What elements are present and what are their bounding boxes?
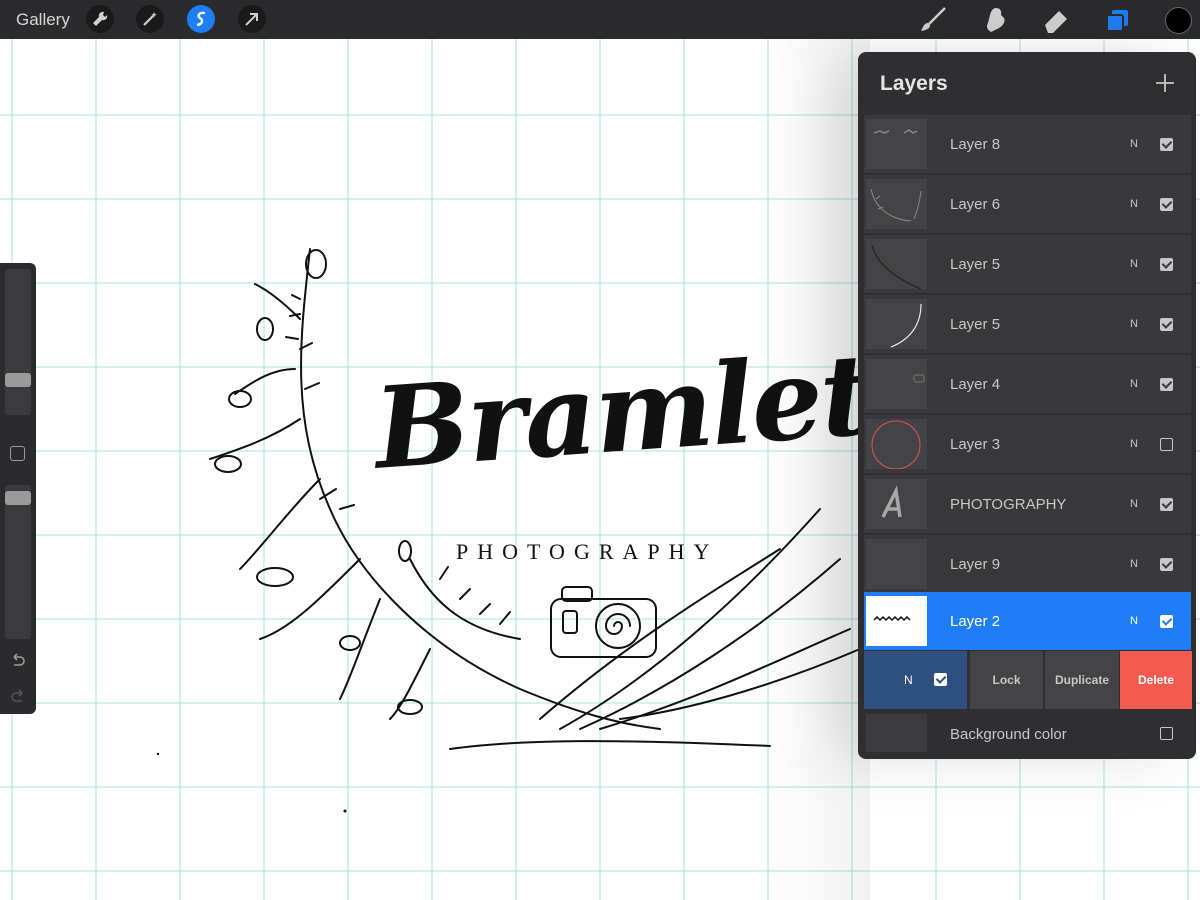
color-picker-button[interactable] — [1165, 7, 1192, 34]
visibility-checkbox[interactable] — [1160, 318, 1173, 331]
magic-wand-icon[interactable] — [136, 5, 164, 33]
layer-row[interactable]: Layer 3 N — [864, 415, 1191, 473]
layer-row[interactable]: Layer 4 N — [864, 355, 1191, 413]
redo-icon[interactable] — [9, 688, 27, 706]
smudge-icon[interactable] — [980, 5, 1010, 35]
blend-mode-button[interactable]: N — [1130, 138, 1138, 150]
layer-name: Layer 2 — [950, 613, 1001, 630]
duplicate-button[interactable]: Duplicate — [1045, 651, 1119, 709]
blend-mode-button[interactable]: N — [1130, 198, 1138, 210]
layer-name: Layer 8 — [950, 136, 1001, 153]
blend-mode-button[interactable]: N — [1130, 318, 1138, 330]
layer-row[interactable]: Layer 9 N — [864, 535, 1191, 593]
blend-mode-label: N — [904, 673, 913, 687]
wrench-icon[interactable] — [86, 5, 114, 33]
blend-mode-button[interactable]: N — [1130, 438, 1138, 450]
layer-thumbnail — [866, 539, 927, 589]
eraser-icon[interactable] — [1041, 5, 1071, 35]
blend-mode-button[interactable]: N — [1130, 258, 1138, 270]
layer-name: Layer 6 — [950, 196, 1001, 213]
visibility-checkbox[interactable] — [1160, 558, 1173, 571]
layer-row[interactable]: PHOTOGRAPHY N — [864, 475, 1191, 533]
background-color-swatch — [866, 714, 927, 752]
selection-icon[interactable] — [187, 5, 215, 33]
lock-button[interactable]: Lock — [970, 651, 1043, 709]
layer-name: Layer 5 — [950, 256, 1001, 273]
layer-name: PHOTOGRAPHY — [950, 496, 1067, 513]
brush-icon[interactable] — [918, 5, 948, 35]
visibility-checkbox[interactable] — [1160, 438, 1173, 451]
visibility-checkbox[interactable] — [934, 673, 947, 686]
modify-button[interactable] — [10, 446, 25, 461]
layer-thumbnail — [866, 239, 927, 289]
brush-size-thumb[interactable] — [5, 373, 31, 387]
background-visibility-checkbox[interactable] — [1160, 727, 1173, 740]
visibility-checkbox[interactable] — [1160, 258, 1173, 271]
opacity-thumb[interactable] — [5, 491, 31, 505]
layer-blend-opacity-button[interactable]: N — [864, 651, 967, 709]
layer-row[interactable]: Layer 5 N — [864, 235, 1191, 293]
layer-thumbnail — [866, 179, 927, 229]
brush-size-slider[interactable] — [5, 269, 31, 415]
background-color-label: Background color — [950, 726, 1067, 743]
add-layer-plus-icon[interactable] — [1154, 72, 1176, 94]
text-layer-icon — [866, 479, 927, 529]
layer-name: Layer 4 — [950, 376, 1001, 393]
logo-subtitle-text: PHOTOGRAPHY — [456, 539, 719, 564]
layer-row[interactable]: Layer 5 N — [864, 295, 1191, 353]
layers-panel: Layers Layer 8 N Layer 6 N Layer 5 N Lay… — [858, 52, 1196, 759]
visibility-checkbox[interactable] — [1160, 138, 1173, 151]
layer-thumbnail — [866, 299, 927, 349]
background-color-row[interactable]: Background color — [864, 712, 1191, 752]
layer-thumbnail — [866, 359, 927, 409]
visibility-checkbox[interactable] — [1160, 198, 1173, 211]
layers-panel-title: Layers — [880, 72, 948, 95]
layer-name: Layer 3 — [950, 436, 1001, 453]
blend-mode-button[interactable]: N — [1130, 498, 1138, 510]
transform-arrow-icon[interactable] — [238, 5, 266, 33]
delete-button[interactable]: Delete — [1120, 651, 1192, 709]
blend-mode-button[interactable]: N — [1130, 558, 1138, 570]
top-toolbar: Gallery — [0, 0, 1200, 39]
visibility-checkbox[interactable] — [1160, 615, 1173, 628]
gallery-button[interactable]: Gallery — [16, 10, 70, 30]
layer-thumbnail — [866, 119, 927, 169]
blend-mode-button[interactable]: N — [1130, 615, 1138, 627]
layer-thumbnail — [866, 419, 927, 469]
layer-name: Layer 5 — [950, 316, 1001, 333]
layer-row-selected[interactable]: Layer 2 N — [864, 592, 1191, 650]
opacity-slider[interactable] — [5, 485, 31, 639]
layer-row[interactable]: Layer 6 N — [864, 175, 1191, 233]
layers-icon[interactable] — [1103, 5, 1133, 35]
visibility-checkbox[interactable] — [1160, 378, 1173, 391]
left-sidebar — [0, 263, 36, 714]
panel-shadow — [760, 39, 870, 900]
undo-icon[interactable] — [9, 652, 27, 670]
visibility-checkbox[interactable] — [1160, 498, 1173, 511]
blend-mode-button[interactable]: N — [1130, 378, 1138, 390]
layer-thumbnail — [866, 596, 927, 646]
layer-name: Layer 9 — [950, 556, 1001, 573]
layer-row[interactable]: Layer 8 N — [864, 115, 1191, 173]
layer-actions-row: N Lock Duplicate Delete — [864, 651, 1192, 709]
